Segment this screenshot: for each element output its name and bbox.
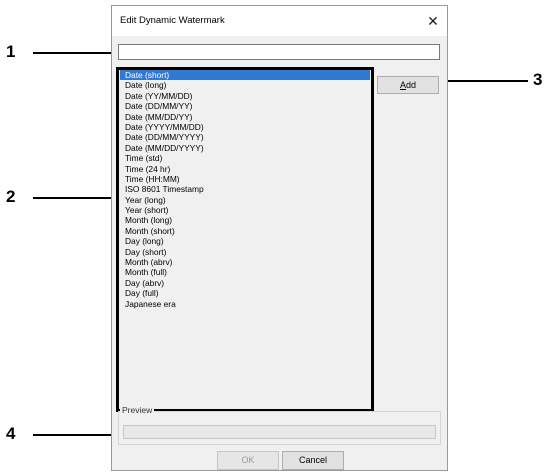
callout-4-line (33, 434, 118, 436)
callout-2: 2 (6, 187, 16, 206)
list-item[interactable]: ISO 8601 Timestamp (120, 184, 370, 194)
list-item[interactable]: Date (YY/MM/DD) (120, 91, 370, 101)
callout-3-line (440, 80, 528, 82)
list-item[interactable]: Year (long) (120, 195, 370, 205)
preview-field (123, 425, 436, 439)
add-button-label: dd (406, 80, 417, 90)
variable-list[interactable]: Date (short) Date (long) Date (YY/MM/DD) Da… (116, 67, 374, 412)
close-icon: ✕ (427, 13, 439, 29)
list-item[interactable]: Date (short) (120, 70, 370, 81)
list-item[interactable]: Year (short) (120, 205, 370, 215)
list-item[interactable]: Time (std) (120, 153, 370, 163)
callout-4: 4 (6, 424, 16, 443)
list-item[interactable]: Month (abrv) (120, 257, 370, 267)
ok-button[interactable]: OK (217, 451, 279, 470)
list-item[interactable]: Date (DD/MM/YYYY) (120, 132, 370, 142)
list-item[interactable]: Day (long) (120, 236, 370, 246)
list-item[interactable]: Day (full) (120, 288, 370, 298)
list-item[interactable]: Date (MM/DD/YY) (120, 112, 370, 122)
list-item[interactable]: Date (long) (120, 80, 370, 90)
variable-list-items: Date (short) Date (long) Date (YY/MM/DD) Da… (119, 70, 371, 309)
list-item[interactable]: Day (abrv) (120, 278, 370, 288)
preview-label: Preview (120, 405, 155, 415)
list-item[interactable]: Date (YYYY/MM/DD) (120, 122, 370, 132)
list-item[interactable]: Japanese era (120, 299, 370, 309)
close-button[interactable]: ✕ (423, 11, 443, 31)
list-item[interactable]: Time (24 hr) (120, 164, 370, 174)
add-button[interactable]: Add (377, 76, 439, 94)
list-item[interactable]: Day (short) (120, 247, 370, 257)
list-item[interactable]: Date (MM/DD/YYYY) (120, 143, 370, 153)
edit-dynamic-watermark-dialog: Edit Dynamic Watermark ✕ Date (short) Dat… (111, 5, 448, 471)
callout-2-line (33, 197, 116, 199)
list-item[interactable]: Time (HH:MM) (120, 174, 370, 184)
callout-1: 1 (6, 42, 16, 61)
watermark-text-input[interactable] (118, 44, 440, 60)
list-item[interactable]: Date (DD/MM/YY) (120, 101, 370, 111)
callout-1-line (33, 52, 113, 54)
cancel-button[interactable]: Cancel (282, 451, 344, 470)
callout-3: 3 (533, 70, 543, 89)
list-item[interactable]: Month (full) (120, 267, 370, 277)
title-bar: Edit Dynamic Watermark ✕ (112, 6, 447, 36)
dialog-title: Edit Dynamic Watermark (120, 15, 225, 26)
list-item[interactable]: Month (short) (120, 226, 370, 236)
list-item[interactable]: Month (long) (120, 215, 370, 225)
